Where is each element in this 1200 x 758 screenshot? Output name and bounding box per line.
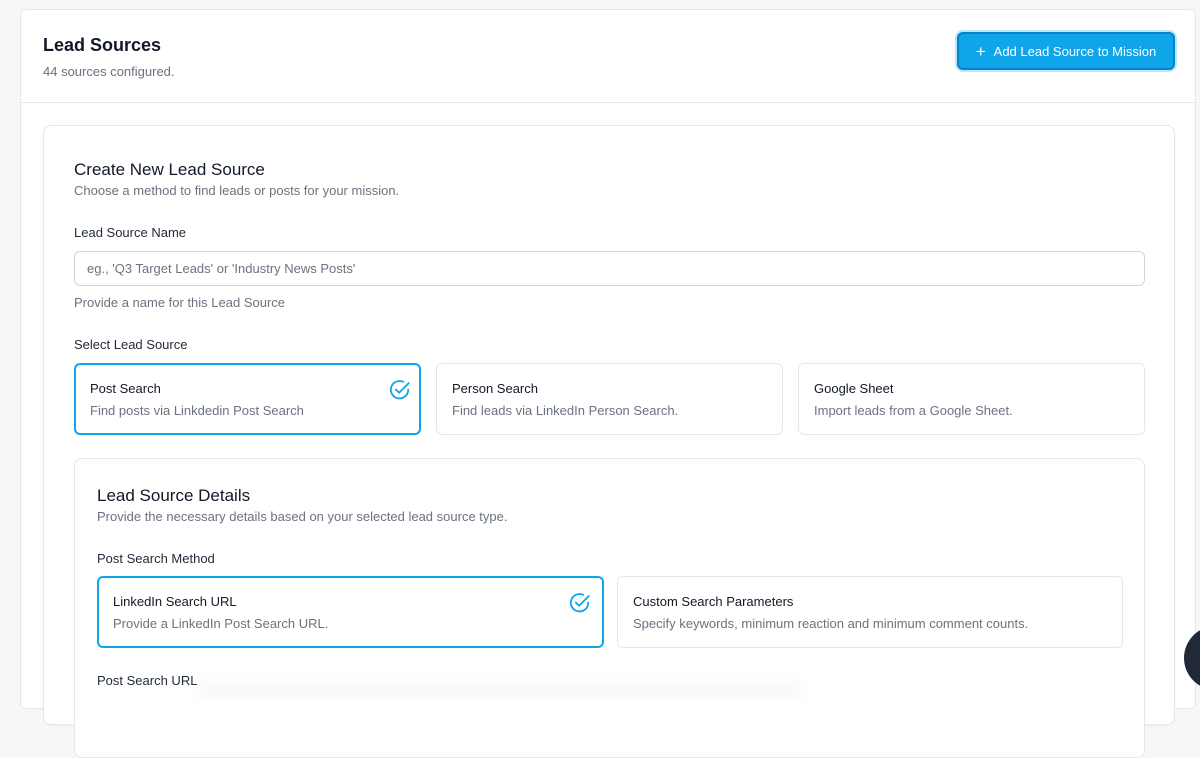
create-subtitle: Choose a method to find leads or posts f… [74,183,400,198]
lead-source-details-card: Lead Source Details Provide the necessar… [74,458,1145,758]
lead-source-name-help: Provide a name for this Lead Source [74,295,286,310]
source-option-post-search[interactable]: Post Search Find posts via Linkdedin Pos… [74,363,421,435]
option-description: Find leads via LinkedIn Person Search. [452,403,679,418]
option-description: Import leads from a Google Sheet. [814,403,1013,418]
source-option-person-search[interactable]: Person Search Find leads via LinkedIn Pe… [436,363,783,435]
lead-source-name-input[interactable] [74,251,1145,286]
add-lead-source-label: Add Lead Source to Mission [993,43,1157,59]
lead-source-name-label: Lead Source Name [74,225,187,240]
option-title: Person Search [452,381,538,396]
select-lead-source-label: Select Lead Source [74,337,188,352]
lead-sources-panel: Lead Sources 44 sources configured. + Ad… [20,9,1196,758]
method-option-custom-parameters[interactable]: Custom Search Parameters Specify keyword… [617,576,1123,648]
create-lead-source-form: Create New Lead Source Choose a method t… [43,125,1175,758]
post-search-method-label: Post Search Method [97,551,215,566]
scroll-fade [200,676,800,696]
create-title: Create New Lead Source [74,160,265,179]
option-title: Google Sheet [814,381,894,396]
option-title: LinkedIn Search URL [113,594,237,609]
page-title: Lead Sources [43,35,162,55]
source-option-google-sheet[interactable]: Google Sheet Import leads from a Google … [798,363,1145,435]
option-description: Provide a LinkedIn Post Search URL. [113,616,329,631]
details-subtitle: Provide the necessary details based on y… [97,509,508,524]
option-title: Post Search [90,381,161,396]
option-description: Find posts via Linkdedin Post Search [90,403,304,418]
plus-icon: + [975,41,986,61]
details-title: Lead Source Details [97,486,251,505]
page-header: Lead Sources 44 sources configured. + Ad… [21,10,1195,103]
post-search-url-label: Post Search URL [97,673,198,688]
sources-count: 44 sources configured. [43,64,175,79]
add-lead-source-button[interactable]: + Add Lead Source to Mission [957,32,1175,70]
method-option-linkedin-url[interactable]: LinkedIn Search URL Provide a LinkedIn P… [97,576,604,648]
option-title: Custom Search Parameters [633,594,794,609]
check-circle-icon [569,593,590,613]
check-circle-icon [389,380,410,400]
option-description: Specify keywords, minimum reaction and m… [633,616,1029,631]
